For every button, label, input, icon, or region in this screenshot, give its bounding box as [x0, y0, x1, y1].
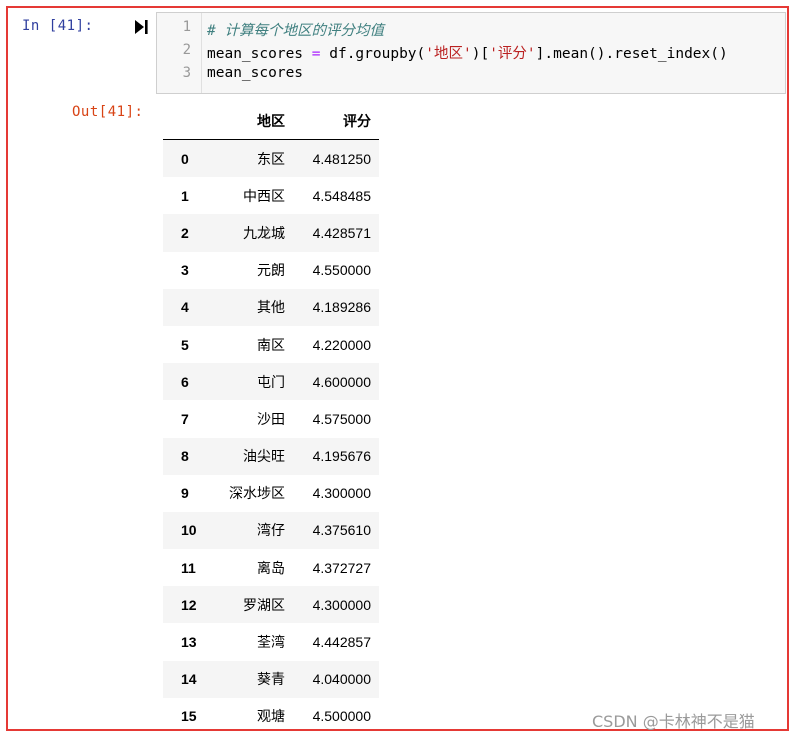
- table-row: 15 观塘 4.500000: [163, 698, 379, 735]
- cell-score: 4.189286: [312, 299, 371, 316]
- row-index: 8: [181, 448, 189, 465]
- table-row: 10 湾仔 4.375610: [163, 511, 379, 550]
- code-token: '地区': [425, 46, 472, 62]
- row-index: 12: [181, 596, 197, 613]
- cell-region: 荃湾: [257, 634, 285, 651]
- table-header-row: 地区 评分: [163, 102, 379, 140]
- row-index: 9: [181, 485, 189, 502]
- cell-region: 罗湖区: [243, 596, 285, 613]
- run-step-icon[interactable]: [133, 18, 149, 36]
- line-number: 3: [182, 65, 191, 81]
- output-prompt: Out[41]:: [72, 104, 144, 120]
- cell-region: 湾仔: [257, 522, 285, 539]
- table-row: 2 九龙城 4.428571: [163, 214, 379, 252]
- cell-score: 4.550000: [312, 262, 371, 279]
- cell-region: 南区: [257, 336, 285, 353]
- cell-region: 油尖旺: [243, 448, 285, 465]
- code-line[interactable]: mean_scores = df.groupby('地区')['评分'].mea…: [207, 42, 728, 63]
- table-row: 7 沙田 4.575000: [163, 400, 379, 437]
- cell-score: 4.575000: [312, 410, 371, 427]
- line-number-gutter: 1 2 3: [157, 13, 202, 93]
- cell-score: 4.442857: [312, 634, 371, 651]
- code-token: '评分': [489, 46, 536, 62]
- cell-region: 观塘: [257, 708, 285, 725]
- dataframe-table: 地区 评分 0 东区 4.481250 1 中西区 4.548485 2 九龙城 4.42857…: [163, 102, 379, 735]
- table-row: 1 中西区 4.548485: [163, 177, 379, 214]
- row-index: 2: [181, 224, 189, 241]
- table-row: 4 其他 4.189286: [163, 288, 379, 326]
- cell-region: 离岛: [257, 559, 285, 576]
- row-index: 15: [181, 708, 197, 725]
- table-row: 11 离岛 4.372727: [163, 549, 379, 586]
- table-row: 8 油尖旺 4.195676: [163, 437, 379, 475]
- row-index: 10: [181, 522, 197, 539]
- table-row: 0 东区 4.481250: [163, 139, 379, 178]
- code-token: )[: [471, 46, 490, 62]
- code-token: mean_scores: [207, 65, 304, 81]
- column-header-score: 评分: [293, 102, 379, 140]
- code-token: =: [311, 46, 321, 62]
- input-prompt: In [41]:: [22, 18, 94, 34]
- cell-region: 东区: [257, 150, 285, 167]
- cell-score: 4.195676: [312, 448, 371, 465]
- cell-score: 4.375610: [312, 522, 371, 539]
- line-number: 1: [182, 19, 191, 35]
- cell-region: 屯门: [257, 373, 285, 390]
- cell-score: 4.548485: [312, 187, 371, 204]
- row-index: 3: [181, 262, 189, 279]
- table-row: 3 元朗 4.550000: [163, 252, 379, 289]
- code-line[interactable]: mean_scores: [207, 65, 303, 81]
- code-token: ].mean().reset_index(): [535, 46, 728, 62]
- table-row: 12 罗湖区 4.300000: [163, 586, 379, 624]
- code-line[interactable]: # 计算每个地区的评分均值: [207, 19, 384, 40]
- table-row: 9 深水埗区 4.300000: [163, 475, 379, 512]
- cell-score: 4.300000: [312, 596, 371, 613]
- row-index: 0: [181, 150, 189, 167]
- row-index: 11: [181, 559, 196, 576]
- cell-score: 4.500000: [312, 708, 371, 725]
- column-header-region: 地区: [209, 102, 293, 140]
- code-token: mean_scores: [207, 46, 312, 62]
- index-header: [163, 102, 209, 140]
- row-index: 6: [181, 373, 189, 390]
- cell-region: 中西区: [243, 187, 285, 204]
- code-editor[interactable]: 1 2 3 # 计算每个地区的评分均值 mean_scores = df.groupb…: [156, 12, 786, 94]
- row-index: 13: [181, 634, 197, 651]
- cell-score: 4.040000: [312, 671, 371, 688]
- table-row: 6 屯门 4.600000: [163, 363, 379, 401]
- table-row: 5 南区 4.220000: [163, 326, 379, 363]
- watermark: CSDN @卡林神不是猫: [592, 712, 755, 731]
- cell-score: 4.481250: [312, 150, 371, 167]
- cell-region: 其他: [257, 299, 285, 316]
- cell-score: 4.372727: [312, 559, 371, 576]
- row-index: 5: [181, 336, 189, 353]
- cell-region: 元朗: [257, 262, 285, 279]
- cell-region: 深水埗区: [229, 485, 285, 502]
- cell-score: 4.600000: [312, 373, 371, 390]
- row-index: 7: [181, 410, 189, 427]
- row-index: 1: [181, 187, 189, 204]
- table-row: 14 葵青 4.040000: [163, 660, 379, 698]
- row-index: 4: [181, 299, 189, 316]
- code-token: # 计算每个地区的评分均值: [207, 23, 384, 39]
- cell-score: 4.300000: [312, 485, 371, 502]
- line-number: 2: [182, 42, 191, 58]
- cell-score: 4.428571: [312, 224, 371, 241]
- code-token: df.groupby(: [320, 46, 426, 62]
- cell-region: 沙田: [257, 410, 285, 427]
- cell-score: 4.220000: [312, 336, 371, 353]
- table-row: 13 荃湾 4.442857: [163, 623, 379, 660]
- row-index: 14: [181, 671, 197, 688]
- cell-region: 葵青: [257, 671, 285, 688]
- cell-region: 九龙城: [243, 224, 285, 241]
